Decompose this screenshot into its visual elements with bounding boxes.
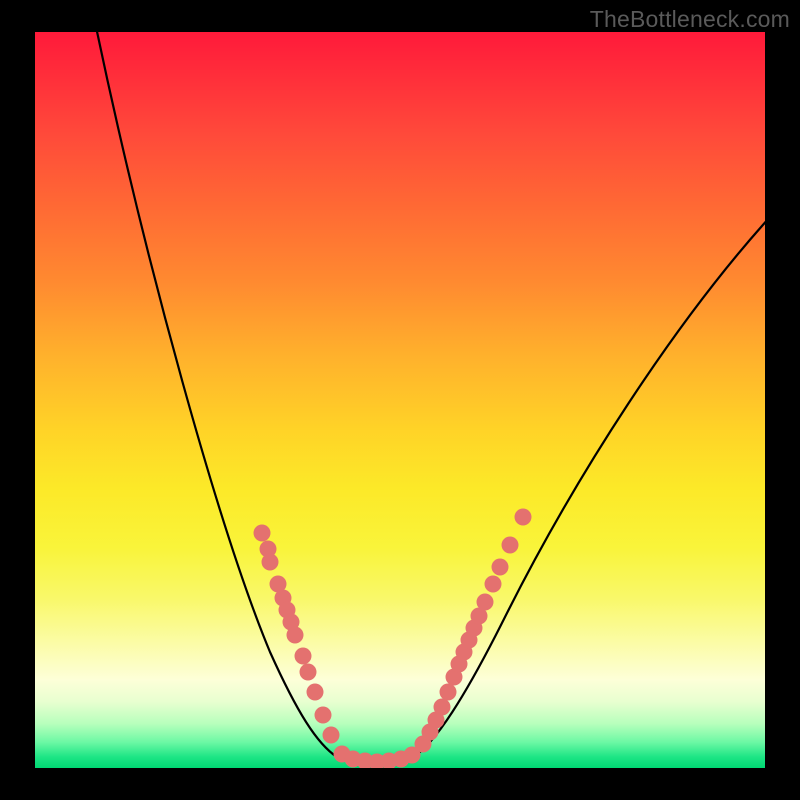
data-dot — [300, 664, 317, 681]
data-dot — [262, 554, 279, 571]
data-dot — [295, 648, 312, 665]
curve-left-branch — [95, 32, 355, 762]
data-dot — [287, 627, 304, 644]
curve-svg — [35, 32, 765, 768]
chart-frame: TheBottleneck.com — [0, 0, 800, 800]
dots-group — [254, 509, 532, 769]
data-dot — [515, 509, 532, 526]
data-dot — [254, 525, 271, 542]
data-dot — [477, 594, 494, 611]
watermark-text: TheBottleneck.com — [590, 6, 790, 33]
curve-right-branch — [413, 217, 765, 757]
data-dot — [440, 684, 457, 701]
plot-area — [35, 32, 765, 768]
data-dot — [485, 576, 502, 593]
data-dot — [323, 727, 340, 744]
data-dot — [502, 537, 519, 554]
data-dot — [315, 707, 332, 724]
data-dot — [492, 559, 509, 576]
data-dot — [307, 684, 324, 701]
data-dot — [434, 699, 451, 716]
